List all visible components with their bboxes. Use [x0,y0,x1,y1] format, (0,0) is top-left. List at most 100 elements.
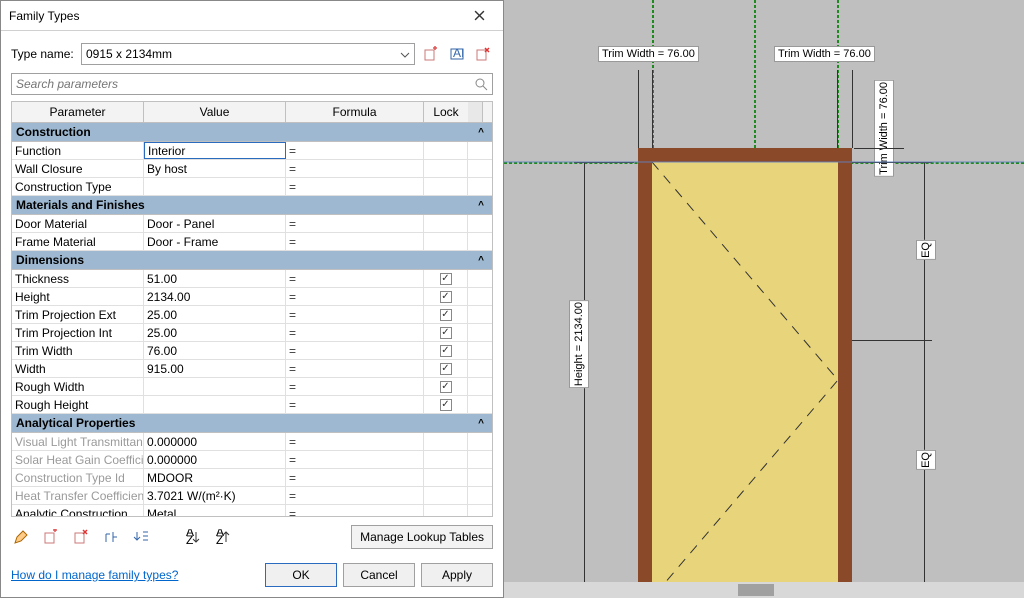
group-header[interactable]: Construction^ [12,123,492,142]
param-value-input[interactable] [147,344,282,358]
modify-param-button[interactable] [101,527,121,547]
param-lock-cell[interactable] [424,288,468,305]
param-row[interactable]: Door Material= [12,215,492,233]
lock-checkbox[interactable] [440,327,452,339]
param-value-cell[interactable] [144,360,286,377]
param-value-cell[interactable] [144,178,286,195]
param-value-input[interactable] [147,435,282,449]
manage-lookup-tables-button[interactable]: Manage Lookup Tables [351,525,493,549]
group-header[interactable]: Analytical Properties^ [12,414,492,433]
param-value-cell[interactable] [144,306,286,323]
param-value-input[interactable] [147,217,282,231]
dim-trim-width-top-right[interactable]: Trim Width = 76.00 [774,46,875,62]
param-formula-cell[interactable]: = [286,270,424,287]
lock-checkbox[interactable] [440,363,452,375]
param-formula-cell[interactable]: = [286,288,424,305]
param-row[interactable]: Wall Closure= [12,160,492,178]
rename-type-button[interactable]: AI [447,44,467,64]
param-lock-cell[interactable] [424,142,468,159]
move-down-button[interactable] [131,527,151,547]
param-lock-cell[interactable] [424,360,468,377]
param-row[interactable]: Heat Transfer Coefficient (= [12,487,492,505]
param-row[interactable]: Height= [12,288,492,306]
param-row[interactable]: Construction Type= [12,178,492,196]
param-lock-cell[interactable] [424,505,468,517]
param-row[interactable]: Rough Width= [12,378,492,396]
param-value-input[interactable] [147,308,282,322]
lock-checkbox[interactable] [440,273,452,285]
param-formula-cell[interactable]: = [286,505,424,517]
new-param-button[interactable] [41,527,61,547]
param-lock-cell[interactable] [424,433,468,450]
param-formula-cell[interactable]: = [286,396,424,413]
param-row[interactable]: Width= [12,360,492,378]
param-value-cell[interactable] [144,270,286,287]
lock-checkbox[interactable] [440,399,452,411]
param-formula-cell[interactable]: = [286,178,424,195]
param-value-input[interactable] [147,162,282,176]
param-formula-cell[interactable]: = [286,433,424,450]
param-row[interactable]: Trim Projection Int= [12,324,492,342]
param-row[interactable]: Thickness= [12,270,492,288]
scrollbar-thumb[interactable] [738,584,774,596]
param-value-cell[interactable] [144,142,286,159]
param-formula-cell[interactable]: = [286,360,424,377]
param-lock-cell[interactable] [424,233,468,250]
param-formula-cell[interactable]: = [286,306,424,323]
param-lock-cell[interactable] [424,469,468,486]
param-formula-cell[interactable]: = [286,215,424,232]
delete-param-button[interactable] [71,527,91,547]
param-formula-cell[interactable]: = [286,160,424,177]
dim-height[interactable]: Height = 2134.00 [569,300,589,388]
param-value-input[interactable] [148,144,282,158]
param-row[interactable]: Function= [12,142,492,160]
param-value-cell[interactable] [144,288,286,305]
param-value-input[interactable] [147,489,282,503]
param-value-cell[interactable] [144,396,286,413]
sort-desc-button[interactable]: AZ [213,527,233,547]
col-formula[interactable]: Formula [286,102,424,122]
param-value-cell[interactable] [144,505,286,517]
lock-checkbox[interactable] [440,345,452,357]
param-value-input[interactable] [147,272,282,286]
search-parameters-input[interactable] [11,73,493,95]
param-formula-cell[interactable]: = [286,342,424,359]
group-header[interactable]: Dimensions^ [12,251,492,270]
param-value-input[interactable] [147,326,282,340]
param-formula-cell[interactable]: = [286,142,424,159]
cancel-button[interactable]: Cancel [343,563,415,587]
close-button[interactable] [463,4,495,28]
param-value-input[interactable] [147,453,282,467]
param-row[interactable]: Trim Width= [12,342,492,360]
param-lock-cell[interactable] [424,178,468,195]
param-value-cell[interactable] [144,215,286,232]
col-parameter[interactable]: Parameter [12,102,144,122]
lock-checkbox[interactable] [440,381,452,393]
param-lock-cell[interactable] [424,342,468,359]
param-value-input[interactable] [147,235,282,249]
param-value-input[interactable] [147,398,282,412]
dim-trim-width-top-left[interactable]: Trim Width = 76.00 [598,46,699,62]
param-formula-cell[interactable]: = [286,378,424,395]
param-lock-cell[interactable] [424,324,468,341]
param-formula-cell[interactable]: = [286,324,424,341]
type-name-select[interactable]: 0915 x 2134mm [81,43,415,65]
param-lock-cell[interactable] [424,451,468,468]
param-formula-cell[interactable]: = [286,451,424,468]
param-value-cell[interactable] [144,342,286,359]
param-lock-cell[interactable] [424,160,468,177]
param-value-input[interactable] [147,380,282,394]
param-lock-cell[interactable] [424,396,468,413]
param-value-input[interactable] [147,471,282,485]
param-row[interactable]: Visual Light Transmittance= [12,433,492,451]
apply-button[interactable]: Apply [421,563,493,587]
param-lock-cell[interactable] [424,487,468,504]
param-lock-cell[interactable] [424,378,468,395]
ok-button[interactable]: OK [265,563,337,587]
param-row[interactable]: Analytic Construction= [12,505,492,517]
param-value-cell[interactable] [144,324,286,341]
param-value-input[interactable] [147,290,282,304]
param-formula-cell[interactable]: = [286,233,424,250]
param-value-input[interactable] [147,180,282,194]
new-type-button[interactable] [421,44,441,64]
